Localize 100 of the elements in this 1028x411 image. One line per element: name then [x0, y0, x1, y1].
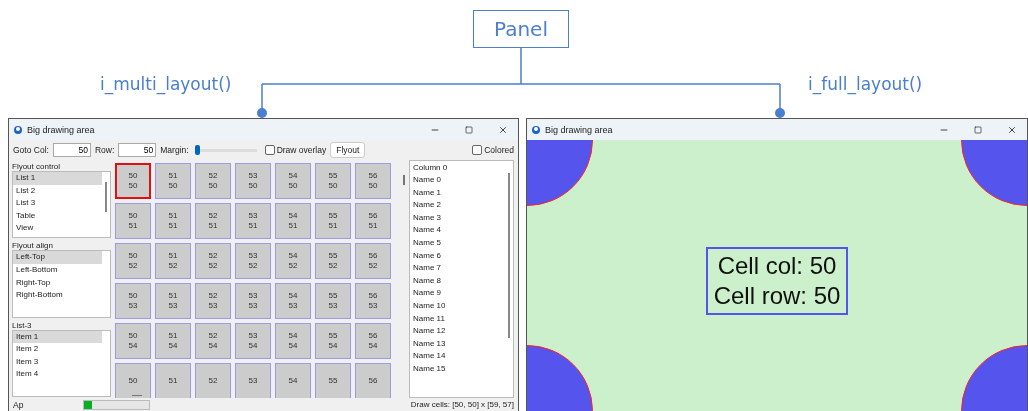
app-icon: [13, 124, 23, 135]
grid-cell[interactable]: 54: [275, 363, 311, 398]
grid-cell[interactable]: 52 51: [195, 203, 231, 239]
grid-cell[interactable]: 50 52: [115, 243, 151, 279]
list-item[interactable]: View: [13, 222, 102, 235]
grid-cell[interactable]: 54 53: [275, 283, 311, 319]
close-icon: [498, 124, 508, 135]
table-cell-text: Name 13: [412, 337, 447, 350]
scrollbar-thumb[interactable]: [105, 182, 107, 212]
table-cell-text: Name 0: [412, 174, 442, 186]
grid-cell[interactable]: 56: [355, 363, 391, 398]
grid-cell[interactable]: 52 53: [195, 283, 231, 319]
colored-checkbox[interactable]: Colored: [472, 145, 514, 155]
status-text: Draw cells: [50, 50] x [59, 57]: [410, 400, 514, 409]
grid-cell[interactable]: 50 50: [115, 163, 151, 199]
list-title: Flyout align: [12, 241, 54, 251]
list-item[interactable]: Right-Top: [13, 276, 102, 290]
grid-cell[interactable]: 53 50: [235, 163, 271, 199]
draw-overlay-checkbox[interactable]: Draw overlay: [264, 145, 327, 155]
grid-cell[interactable]: 51 51: [155, 203, 191, 239]
grid-cell[interactable]: 51 52: [155, 243, 191, 279]
grid-cell[interactable]: 55 51: [315, 203, 351, 239]
grid-cell[interactable]: 54 50: [275, 163, 311, 199]
grid-cell[interactable]: 54 54: [275, 323, 311, 359]
grid-cell[interactable]: 56 51: [355, 203, 391, 239]
grid-cell[interactable]: 52 52: [195, 243, 231, 279]
goto-col-field[interactable]: 50: [52, 143, 91, 157]
table-cell-text: Name 12: [412, 325, 447, 338]
list-item[interactable]: List 1: [13, 172, 102, 185]
grid-cell[interactable]: 54 52: [275, 243, 311, 279]
list-item[interactable]: List 3: [13, 197, 102, 210]
table-cell-text: Name 1: [412, 186, 442, 199]
grid-cell[interactable]: 51: [155, 363, 191, 398]
table-cell-text: Name 6: [412, 249, 442, 262]
grid-cell[interactable]: 50: [115, 363, 151, 398]
grid-cell[interactable]: 53 52: [235, 243, 271, 279]
branch-label: i_full_layout(): [808, 74, 923, 94]
slider-thumb[interactable]: [194, 144, 200, 155]
window-title: Big drawing area: [545, 124, 614, 135]
grid-cell[interactable]: 50 51: [115, 203, 151, 239]
list-item[interactable]: Table: [13, 209, 102, 223]
table-cell-text: Name 9: [412, 287, 442, 300]
grid-cell[interactable]: 55 53: [315, 283, 351, 319]
cell-row-text: Cell row: 50: [713, 280, 841, 311]
grid-cell[interactable]: 55 54: [315, 323, 351, 359]
table-cell-text: Name 4: [412, 224, 442, 237]
grid-cell[interactable]: 51 53: [155, 283, 191, 319]
row-field[interactable]: 50: [118, 143, 157, 157]
grid-cell[interactable]: 56 54: [355, 323, 391, 359]
list-title: Flyout control: [12, 162, 62, 171]
grid-cell[interactable]: 51 54: [155, 323, 191, 359]
field-label: Margin:: [160, 145, 189, 155]
grid-cell[interactable]: 52 54: [195, 323, 231, 359]
field-label: Goto Col:: [13, 145, 49, 155]
grid-cell[interactable]: 55 52: [315, 243, 351, 279]
scrollbar-thumb[interactable]: [403, 175, 405, 185]
grid-cell[interactable]: 53 54: [235, 323, 271, 359]
list-item[interactable]: Left-Top: [13, 251, 102, 264]
table-cell-text: Name 7: [412, 262, 442, 275]
list-item[interactable]: List 2: [13, 184, 102, 198]
grid-cell[interactable]: 53: [235, 363, 271, 398]
field-label: Row:: [94, 145, 115, 155]
table-cell-text: Name 8: [412, 274, 442, 287]
close-icon: [1007, 124, 1017, 135]
grid-cell[interactable]: 50 53: [115, 283, 151, 319]
list-item[interactable]: Right-Bottom: [13, 289, 102, 302]
maximize-icon: [974, 125, 982, 134]
grid-cell[interactable]: 52 50: [195, 163, 231, 199]
grid-cell[interactable]: 54 51: [275, 203, 311, 239]
app-icon: [531, 124, 541, 135]
table-cell-text: Name 15: [412, 362, 447, 375]
scrollbar-thumb[interactable]: [132, 394, 142, 396]
list-item[interactable]: Item 3: [13, 355, 102, 369]
grid-cell[interactable]: 56 53: [355, 283, 391, 319]
grid-cell[interactable]: 56 52: [355, 243, 391, 279]
table-cell-text: Name 3: [412, 211, 442, 224]
flyout-button[interactable]: Flyout: [330, 142, 366, 158]
grid-cell[interactable]: 56 50: [355, 163, 391, 199]
list-item[interactable]: Item 1: [13, 330, 102, 344]
list-item[interactable]: Item 4: [13, 368, 102, 382]
table-cell-text: Name 14: [412, 350, 447, 363]
grid-cell[interactable]: 53 51: [235, 203, 271, 239]
column-header[interactable]: Column 0: [410, 161, 513, 174]
grid-cell[interactable]: 52: [195, 363, 231, 398]
list-item[interactable]: Item 2: [13, 343, 102, 356]
list-title: List-3: [12, 320, 33, 330]
table-cell-text: Name 11: [412, 312, 446, 325]
grid-cell[interactable]: 55: [315, 363, 351, 398]
panel-node: Panel: [473, 10, 569, 48]
grid-cell[interactable]: 51 50: [155, 163, 191, 199]
grid-cell[interactable]: 50 54: [115, 323, 151, 359]
window-title: Big drawing area: [27, 124, 96, 135]
cell-col-text: Cell col: 50: [717, 250, 837, 281]
list-item[interactable]: Left-Bottom: [13, 263, 102, 277]
table-cell-text: Name 2: [412, 199, 442, 212]
scrollbar-thumb[interactable]: [508, 173, 510, 338]
grid-cell[interactable]: 53 53: [235, 283, 271, 319]
branch-label: i_multi_layout(): [100, 74, 232, 94]
grid-cell[interactable]: 55 50: [315, 163, 351, 199]
table-cell-text: Name 10: [412, 299, 447, 312]
